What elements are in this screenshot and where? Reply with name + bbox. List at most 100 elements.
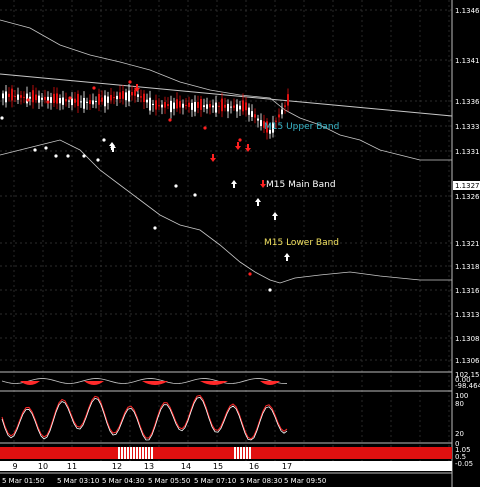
indicator3-white-stripe [246,447,248,459]
candle-body [236,104,238,112]
indicator3-white-stripe [121,447,123,459]
price-tick-label: 1.13135 [455,311,480,319]
candle-body [86,101,88,103]
red-dot [168,118,172,122]
candle-body [125,92,127,101]
candle-body [29,96,31,99]
white-dot [268,288,272,292]
candle-body [191,102,193,110]
price-tick-label: 1.13210 [455,240,480,248]
candle-body [95,101,97,103]
lower-band-label: M15 Lower Band [264,238,339,248]
indicator3-white-stripe [127,447,129,459]
candle-body [14,96,16,98]
candle-body [248,107,250,115]
white-dot [33,148,37,152]
candle-body [71,98,73,106]
candle-body [83,97,85,109]
red-dot [68,96,72,100]
buy-arrow-icon [284,253,290,261]
candle-body [155,100,157,110]
candle-body [173,102,175,109]
white-dot [82,154,86,158]
upper-band-label: M15 Upper Band [264,122,339,132]
price-tick-label: 1.13085 [455,335,480,343]
indicator1-axis: 102.1530.00-98.464 [455,371,480,390]
price-tick-label: 1.13185 [455,263,480,271]
candle-body [194,101,196,112]
candle-body [134,89,136,96]
indicator1-tick-label: -98.464 [455,382,480,390]
sell-arrow-icon [210,154,216,162]
candle-body [77,93,79,107]
time-tick-label: 5 Mar 08:30 [240,477,282,485]
candle-body [188,102,190,108]
candle-body [80,101,82,103]
price-tick-label: 1.13310 [455,148,480,156]
counter-label: 17 [282,462,292,471]
indicator3-white-stripe [243,447,245,459]
candle-body [65,98,67,102]
price-tick-label: 1.13060 [455,357,480,365]
red-dot [26,98,30,102]
candle-body [182,103,184,108]
indicator3-white-stripe [142,447,144,459]
candle-body [44,96,46,100]
candle-body [257,118,259,121]
counter-label: 13 [144,462,154,471]
indicator3-white-stripe [234,447,236,459]
time-axis: 5 Mar 01:50 5 Mar 03:10 5 Mar 04:30 5 Mar 0… [2,477,326,485]
candle-body [17,94,19,100]
trend-line[interactable] [0,73,453,117]
price-tick-label: 1.13160 [455,287,480,295]
candle-body [209,103,211,108]
white-dot [102,138,106,142]
candle-body [89,100,91,104]
candle-body [62,97,64,105]
candle-body [206,104,208,109]
candle-body [260,120,262,127]
time-tick-label: 5 Mar 03:10 [57,477,99,485]
red-dot [92,86,96,90]
candle-body [278,114,280,118]
indicator3-red-bar [0,447,452,459]
candle-body [122,91,124,99]
indicator1-dip [142,381,168,385]
time-tick-label: 5 Mar 05:50 [148,477,190,485]
candle-body [251,111,253,117]
candle-body [245,102,247,111]
buy-arrow-icon [272,212,278,220]
candle-body [8,93,10,97]
counter-label: 14 [181,462,191,471]
indicator2-tick-label: 80 [455,400,464,408]
candle-body [32,90,34,103]
candle-body [98,93,100,105]
candle-body [128,90,130,102]
candle-body [176,99,178,109]
candle-body [56,93,58,104]
indicator3-white-stripe [145,447,147,459]
trading-chart[interactable]: M15 Upper Band M15 Main Band M15 Lower B… [0,0,480,487]
candle-body [164,102,166,108]
candle-body [167,104,169,107]
white-dot [54,154,58,158]
candle-body [185,104,187,106]
candle-body [221,98,223,112]
indicator3-white-stripe [240,447,242,459]
candle-body [242,100,244,112]
white-dot [153,226,157,230]
time-tick-label: 5 Mar 01:50 [2,477,44,485]
red-dot [203,126,207,130]
candle-body [140,96,142,98]
indicator1-dip [260,381,280,385]
indicator2-tick-label: 20 [455,430,464,438]
candle-body [170,100,172,113]
indicator3-white-stripe [148,447,150,459]
counter-label: 10 [38,462,48,471]
counter-label: 9 [12,462,17,471]
candle-body [146,99,148,103]
candle-body [131,91,133,96]
candle-body [5,91,7,103]
time-tick-label: 5 Mar 07:10 [194,477,236,485]
candle-body [11,88,13,101]
